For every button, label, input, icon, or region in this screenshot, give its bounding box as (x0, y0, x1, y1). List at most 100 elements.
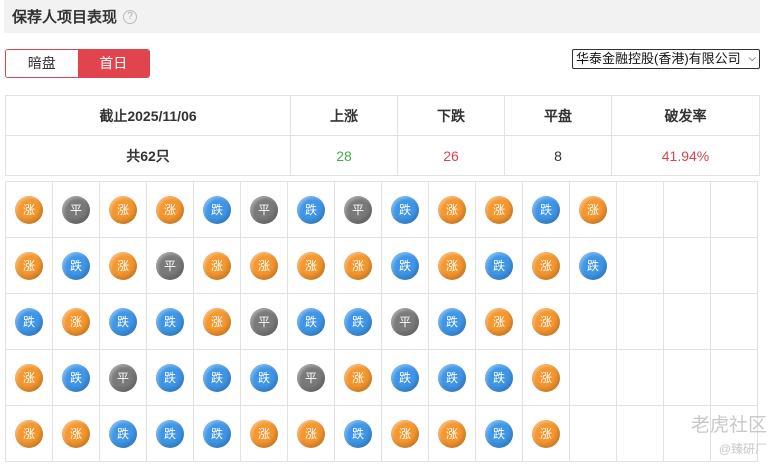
grid-cell: 涨 (100, 182, 147, 238)
as-of-date: 截止2025/11/06 (5, 95, 291, 136)
grid-cell: 平 (288, 350, 335, 406)
grid-cell: 跌 (382, 238, 429, 294)
result-ball-up[interactable]: 涨 (15, 195, 43, 224)
grid-cell: 平 (100, 350, 147, 406)
result-ball-up[interactable]: 涨 (344, 251, 372, 280)
result-ball-down[interactable]: 跌 (109, 419, 137, 448)
grid-cell: 跌 (523, 182, 570, 238)
grid-cell: 跌 (288, 294, 335, 350)
result-ball-down[interactable]: 跌 (344, 307, 372, 336)
result-ball-down[interactable]: 跌 (485, 251, 513, 280)
grid-cell: 跌 (194, 406, 241, 462)
result-ball-up[interactable]: 涨 (109, 195, 137, 224)
result-ball-down[interactable]: 跌 (532, 195, 560, 224)
result-ball-flat[interactable]: 平 (156, 251, 184, 280)
result-ball-down[interactable]: 跌 (156, 363, 184, 392)
result-ball-up[interactable]: 涨 (532, 419, 560, 448)
result-ball-down[interactable]: 跌 (485, 419, 513, 448)
result-ball-up[interactable]: 涨 (391, 419, 419, 448)
result-ball-up[interactable]: 涨 (15, 363, 43, 392)
result-ball-flat[interactable]: 平 (344, 195, 372, 224)
result-ball-down[interactable]: 跌 (297, 195, 325, 224)
result-ball-up[interactable]: 涨 (344, 363, 372, 392)
result-ball-flat[interactable]: 平 (250, 195, 278, 224)
result-ball-up[interactable]: 涨 (250, 251, 278, 280)
grid-cell: 涨 (288, 238, 335, 294)
result-ball-down[interactable]: 跌 (15, 307, 43, 336)
grid-cell (617, 238, 664, 294)
tab-dark-pool[interactable]: 暗盘 (6, 50, 78, 77)
grid-cell: 涨 (382, 406, 429, 462)
grid-cell: 跌 (53, 238, 100, 294)
grid-cell: 跌 (382, 182, 429, 238)
result-ball-down[interactable]: 跌 (156, 419, 184, 448)
result-ball-up[interactable]: 涨 (438, 419, 466, 448)
grid-cell: 跌 (382, 350, 429, 406)
result-ball-up[interactable]: 涨 (62, 307, 90, 336)
result-ball-down[interactable]: 跌 (297, 307, 325, 336)
total-count: 共62只 (5, 135, 291, 176)
stats-value-row: 共62只 28 26 8 41.94% (5, 135, 760, 176)
grid-cell: 涨 (100, 238, 147, 294)
result-ball-up[interactable]: 涨 (297, 419, 325, 448)
result-ball-down[interactable]: 跌 (203, 363, 231, 392)
result-ball-down[interactable]: 跌 (438, 307, 466, 336)
result-ball-up[interactable]: 涨 (203, 251, 231, 280)
result-ball-down[interactable]: 跌 (485, 363, 513, 392)
result-ball-down[interactable]: 跌 (250, 363, 278, 392)
result-ball-down[interactable]: 跌 (391, 251, 419, 280)
result-ball-down[interactable]: 跌 (438, 363, 466, 392)
result-ball-up[interactable]: 涨 (15, 419, 43, 448)
result-ball-down[interactable]: 跌 (203, 419, 231, 448)
result-ball-up[interactable]: 涨 (62, 419, 90, 448)
result-ball-up[interactable]: 涨 (250, 419, 278, 448)
result-ball-up[interactable]: 涨 (485, 195, 513, 224)
grid-cell: 跌 (335, 406, 382, 462)
result-ball-down[interactable]: 跌 (156, 307, 184, 336)
result-ball-up[interactable]: 涨 (579, 195, 607, 224)
result-ball-down[interactable]: 跌 (203, 195, 231, 224)
result-ball-down[interactable]: 跌 (344, 419, 372, 448)
grid-cell: 涨 (53, 294, 100, 350)
result-ball-down[interactable]: 跌 (62, 251, 90, 280)
result-ball-up[interactable]: 涨 (15, 251, 43, 280)
grid-cell: 涨 (6, 350, 53, 406)
result-ball-up[interactable]: 涨 (109, 251, 137, 280)
result-ball-flat[interactable]: 平 (109, 363, 137, 392)
result-ball-up[interactable]: 涨 (485, 307, 513, 336)
result-ball-flat[interactable]: 平 (62, 195, 90, 224)
grid-cell: 跌 (570, 238, 617, 294)
grid-cell (711, 294, 758, 350)
sponsor-select-value: 华泰金融控股(香港)有限公司 (576, 51, 741, 66)
tab-first-day[interactable]: 首日 (77, 50, 149, 77)
down-count: 26 (397, 135, 505, 176)
result-ball-up[interactable]: 涨 (156, 195, 184, 224)
break-rate: 41.94% (611, 135, 760, 176)
result-ball-down[interactable]: 跌 (391, 363, 419, 392)
section-title: 保荐人项目表现 (12, 9, 118, 26)
result-ball-up[interactable]: 涨 (532, 363, 560, 392)
result-ball-up[interactable]: 涨 (297, 251, 325, 280)
result-ball-up[interactable]: 涨 (438, 195, 466, 224)
grid-cell (664, 238, 711, 294)
result-ball-down[interactable]: 跌 (391, 195, 419, 224)
sponsor-select[interactable]: 华泰金融控股(香港)有限公司 ⌵ (572, 49, 760, 69)
result-ball-flat[interactable]: 平 (391, 307, 419, 336)
grid-cell (711, 182, 758, 238)
help-icon[interactable]: ? (123, 9, 138, 24)
watermark-main: 老虎社区 (690, 415, 767, 436)
result-ball-down[interactable]: 跌 (109, 307, 137, 336)
result-ball-up[interactable]: 涨 (532, 251, 560, 280)
result-ball-down[interactable]: 跌 (579, 251, 607, 280)
grid-cell: 平 (335, 182, 382, 238)
result-ball-up[interactable]: 涨 (438, 251, 466, 280)
watermark: 老虎社区 @臻研厂 (654, 408, 779, 466)
result-ball-flat[interactable]: 平 (297, 363, 325, 392)
grid-cell: 涨 (335, 238, 382, 294)
result-ball-up[interactable]: 涨 (532, 307, 560, 336)
grid-cell: 平 (53, 182, 100, 238)
result-ball-up[interactable]: 涨 (203, 307, 231, 336)
grid-cell (570, 350, 617, 406)
result-ball-flat[interactable]: 平 (250, 307, 278, 336)
result-ball-down[interactable]: 跌 (62, 363, 90, 392)
